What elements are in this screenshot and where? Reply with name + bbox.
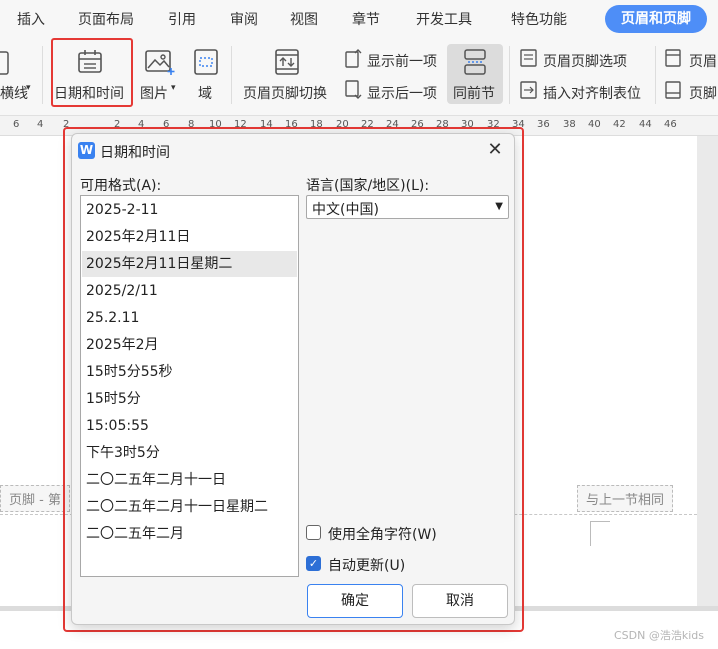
same-as-previous-icon — [462, 48, 488, 80]
ok-button[interactable]: 确定 — [307, 584, 403, 618]
picture-icon — [144, 48, 176, 80]
cancel-button[interactable]: 取消 — [412, 584, 508, 618]
footer-button[interactable]: 页脚 — [689, 83, 717, 103]
format-item[interactable]: 2025年2月 — [82, 332, 297, 358]
format-item[interactable]: 二〇二五年二月 — [82, 521, 297, 547]
tab-features[interactable]: 特色功能 — [511, 9, 567, 29]
tab-header-footer[interactable]: 页眉和页脚 — [605, 5, 707, 33]
ruler-tick: 36 — [537, 119, 550, 130]
picture-button[interactable]: 图片 — [140, 83, 168, 103]
header-icon — [665, 49, 683, 71]
format-item[interactable]: 下午3时5分 — [82, 440, 297, 466]
format-item-selected[interactable]: 2025年2月11日星期二 — [82, 251, 297, 277]
tab-review[interactable]: 审阅 — [230, 9, 258, 29]
field-icon — [193, 48, 219, 80]
calendar-icon — [76, 48, 104, 80]
same-as-previous-tag: 与上一节相同 — [577, 485, 674, 512]
header-button[interactable]: 页眉 — [689, 51, 717, 71]
date-time-dialog: W 日期和时间 ✕ 可用格式(A): 2025-2-11 2025年2月11日 … — [71, 133, 515, 625]
formats-list[interactable]: 2025-2-11 2025年2月11日 2025年2月11日星期二 2025/… — [80, 195, 299, 577]
insert-alignment-tab-icon — [520, 81, 538, 103]
page-margin-area — [697, 136, 718, 606]
format-item[interactable]: 15:05:55 — [82, 413, 297, 439]
format-item[interactable]: 2025/2/11 — [82, 278, 297, 304]
format-item[interactable]: 二〇二五年二月十一日星期二 — [82, 494, 297, 520]
ribbon-separator — [231, 46, 232, 104]
chevron-down-icon: ▾ — [171, 83, 176, 93]
same-as-previous-button[interactable]: 同前节 — [453, 83, 495, 103]
dropdown-caret-icon: ▼ — [495, 201, 503, 212]
header-footer-options-button[interactable]: 页眉页脚选项 — [543, 51, 627, 71]
language-label: 语言(国家/地区)(L): — [306, 178, 430, 194]
show-previous-button[interactable]: 显示前一项 — [367, 51, 437, 71]
ruler-tick: 6 — [13, 119, 20, 130]
tab-references[interactable]: 引用 — [168, 9, 196, 29]
wps-logo-icon: W — [78, 142, 95, 159]
fullwidth-checkbox[interactable] — [306, 525, 321, 540]
header-footer-switch-button[interactable]: 页眉页脚切换 — [243, 83, 327, 103]
ribbon-separator — [509, 46, 510, 104]
header-footer-options-icon — [520, 49, 538, 71]
language-select[interactable]: 中文(中国) ▼ — [306, 195, 509, 219]
ribbon-separator — [42, 46, 43, 104]
insert-alignment-tab-button[interactable]: 插入对齐制表位 — [543, 83, 641, 103]
show-next-button[interactable]: 显示后一项 — [367, 83, 437, 103]
show-previous-icon — [345, 48, 363, 72]
fullwidth-label: 使用全角字符(W) — [328, 527, 437, 543]
footer-icon — [665, 81, 683, 103]
formats-label: 可用格式(A): — [80, 178, 162, 194]
format-item[interactable]: 二〇二五年二月十一日 — [82, 467, 297, 493]
close-icon[interactable]: ✕ — [484, 140, 506, 162]
auto-update-checkbox[interactable]: ✓ — [306, 556, 321, 571]
ruler-tick: 44 — [639, 119, 652, 130]
ruler-tick: 46 — [664, 119, 677, 130]
tab-sections[interactable]: 章节 — [352, 9, 380, 29]
show-next-icon — [345, 80, 363, 104]
format-item[interactable]: 15时5分 — [82, 386, 297, 412]
footer-corner-mark — [590, 521, 610, 546]
language-value: 中文(中国) — [312, 202, 379, 218]
format-item[interactable]: 2025-2-11 — [82, 197, 297, 223]
horizontal-line-button[interactable]: 横线 — [0, 83, 28, 103]
format-item[interactable]: 15时5分55秒 — [82, 359, 297, 385]
tab-view[interactable]: 视图 — [290, 9, 318, 29]
footer-label: 页脚 - 第 — [0, 485, 70, 512]
chevron-down-icon: ▾ — [26, 83, 31, 93]
format-item[interactable]: 25.2.11 — [82, 305, 297, 331]
horizontal-line-icon — [0, 50, 10, 80]
tab-page-layout[interactable]: 页面布局 — [78, 9, 134, 29]
tab-insert[interactable]: 插入 — [17, 9, 45, 29]
ruler-tick: 40 — [588, 119, 601, 130]
menu-bar: 插入 页面布局 引用 审阅 视图 章节 开发工具 特色功能 页眉和页脚 — [0, 0, 718, 38]
auto-update-label: 自动更新(U) — [328, 558, 406, 574]
header-footer-switch-icon — [274, 48, 300, 80]
ruler-tick: 38 — [563, 119, 576, 130]
date-time-button[interactable]: 日期和时间 — [54, 83, 124, 103]
watermark: CSDN @浩浩kids — [614, 629, 704, 642]
ribbon-separator — [655, 46, 656, 104]
ruler-tick: 42 — [613, 119, 626, 130]
dialog-title: 日期和时间 — [100, 145, 170, 161]
field-button[interactable]: 域 — [198, 83, 212, 103]
ruler-tick: 4 — [37, 119, 44, 130]
tab-developer[interactable]: 开发工具 — [416, 9, 472, 29]
format-item[interactable]: 2025年2月11日 — [82, 224, 297, 250]
